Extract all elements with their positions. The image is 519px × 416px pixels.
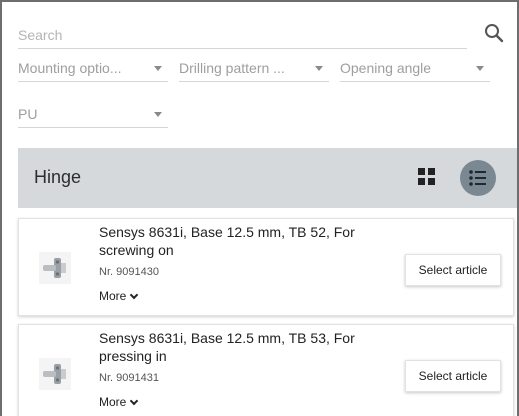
filter-mounting-option[interactable]: Mounting optio... xyxy=(18,58,168,82)
hinge-thumbnail xyxy=(39,358,71,390)
select-article-button[interactable]: Select article xyxy=(405,360,501,392)
grid-view-icon[interactable] xyxy=(418,168,438,188)
more-label: More xyxy=(99,289,127,303)
article-card: Sensys 8631i, Base 12.5 mm, TB 53, For p… xyxy=(18,324,514,416)
search-bar xyxy=(18,22,507,50)
filter-label: PU xyxy=(18,106,38,122)
article-title: Sensys 8631i, Base 12.5 mm, TB 52, For s… xyxy=(99,224,355,258)
chevron-down-icon xyxy=(154,66,162,71)
more-link[interactable]: More xyxy=(99,395,139,409)
article-title: Sensys 8631i, Base 12.5 mm, TB 53, For p… xyxy=(99,330,355,364)
search-icon[interactable] xyxy=(484,23,504,43)
filter-label: Drilling pattern ... xyxy=(179,60,285,76)
chevron-down-icon xyxy=(315,66,323,71)
more-label: More xyxy=(99,395,127,409)
section-title: Hinge xyxy=(34,167,82,187)
search-input[interactable] xyxy=(18,22,467,49)
product-panel: Mounting optio... Drilling pattern ... O… xyxy=(0,0,519,416)
list-view-icon[interactable] xyxy=(460,160,496,196)
chevron-down-icon xyxy=(154,112,162,117)
filter-opening-angle[interactable]: Opening angle xyxy=(340,58,490,82)
filter-drilling-pattern[interactable]: Drilling pattern ... xyxy=(179,58,329,82)
chevron-down-icon xyxy=(130,290,139,300)
select-article-button[interactable]: Select article xyxy=(405,254,501,286)
article-number: Nr. 9091430 xyxy=(99,266,159,278)
more-link[interactable]: More xyxy=(99,289,139,303)
article-number: Nr. 9091431 xyxy=(99,372,159,384)
article-card: Sensys 8631i, Base 12.5 mm, TB 52, For s… xyxy=(18,218,514,316)
chevron-down-icon xyxy=(130,396,139,406)
section-header: Hinge xyxy=(18,148,517,208)
hinge-thumbnail xyxy=(39,252,71,284)
filter-label: Opening angle xyxy=(340,60,432,76)
filter-label: Mounting optio... xyxy=(18,60,122,76)
filter-pu[interactable]: PU xyxy=(18,104,168,128)
chevron-down-icon xyxy=(476,66,484,71)
